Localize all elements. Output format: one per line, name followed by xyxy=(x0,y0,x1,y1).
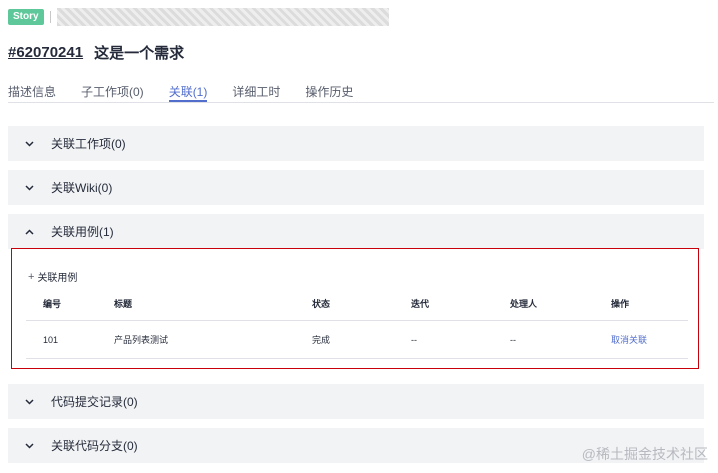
testcase-id: 101 xyxy=(43,334,59,345)
unlink-testcase-button[interactable]: 取消关联 xyxy=(611,321,647,358)
tab-description[interactable]: 描述信息 xyxy=(8,83,56,101)
testcase-assignee: -- xyxy=(510,334,516,345)
add-testcase-label: 关联用例 xyxy=(37,273,78,284)
work-item-id-link[interactable]: #62070241 xyxy=(8,44,83,61)
section-label: 关联代码分支(0) xyxy=(51,439,138,453)
add-testcase-button[interactable]: + 关联用例 xyxy=(28,269,78,285)
chevron-down-icon xyxy=(24,139,34,149)
site-watermark: @稀土掘金技术社区 xyxy=(581,446,708,462)
tabs-divider xyxy=(8,102,714,103)
section-code-commits[interactable]: 代码提交记录(0) xyxy=(8,384,704,419)
section-label: 关联工作项(0) xyxy=(51,137,126,151)
tab-worklog[interactable]: 详细工时 xyxy=(232,83,280,101)
detail-tabs: 描述信息 子工作项(0) 关联(1) 详细工时 操作历史 xyxy=(8,83,378,102)
chevron-down-icon xyxy=(24,397,34,407)
page-title: #62070241 这是一个需求 xyxy=(8,42,184,63)
section-related-wiki[interactable]: 关联Wiki(0) xyxy=(8,170,704,205)
chevron-down-icon xyxy=(24,183,34,193)
column-header-title: 标题 xyxy=(114,299,133,309)
section-label: 关联Wiki(0) xyxy=(51,181,113,195)
chevron-up-icon xyxy=(24,227,34,237)
section-related-workitems[interactable]: 关联工作项(0) xyxy=(8,126,704,161)
column-header-id: 编号 xyxy=(43,299,62,309)
column-header-assignee: 处理人 xyxy=(510,299,538,309)
table-row: 101 产品列表测试 完成 -- -- 取消关联 xyxy=(26,321,688,359)
testcase-status: 完成 xyxy=(312,335,331,345)
testcase-title: 产品列表测试 xyxy=(114,335,169,345)
column-header-action: 操作 xyxy=(611,299,630,309)
section-related-testcases[interactable]: 关联用例(1) xyxy=(8,214,704,249)
breadcrumb-separator xyxy=(49,11,51,23)
blurred-breadcrumb-path xyxy=(56,8,389,26)
testcase-table: 编号 标题 状态 迭代 处理人 操作 101 产品列表测试 完成 -- -- 取… xyxy=(26,287,688,359)
column-header-iteration: 迭代 xyxy=(411,299,430,309)
column-header-status: 状态 xyxy=(312,299,331,309)
tab-relations[interactable]: 关联(1) xyxy=(168,83,207,102)
section-label: 关联用例(1) xyxy=(51,225,114,239)
table-header-row: 编号 标题 状态 迭代 处理人 操作 xyxy=(26,287,688,321)
breadcrumb: Story xyxy=(8,8,389,26)
testcase-panel: + 关联用例 编号 标题 状态 迭代 处理人 操作 101 产品列表测试 完成 … xyxy=(11,248,699,369)
tab-history[interactable]: 操作历史 xyxy=(305,83,353,101)
work-item-title: 这是一个需求 xyxy=(94,45,185,62)
testcase-iteration: -- xyxy=(411,334,417,345)
story-type-badge: Story xyxy=(8,9,44,25)
tab-subitems[interactable]: 子工作项(0) xyxy=(81,83,144,101)
plus-icon: + xyxy=(28,270,35,283)
chevron-down-icon xyxy=(24,441,34,451)
section-label: 代码提交记录(0) xyxy=(51,395,138,409)
